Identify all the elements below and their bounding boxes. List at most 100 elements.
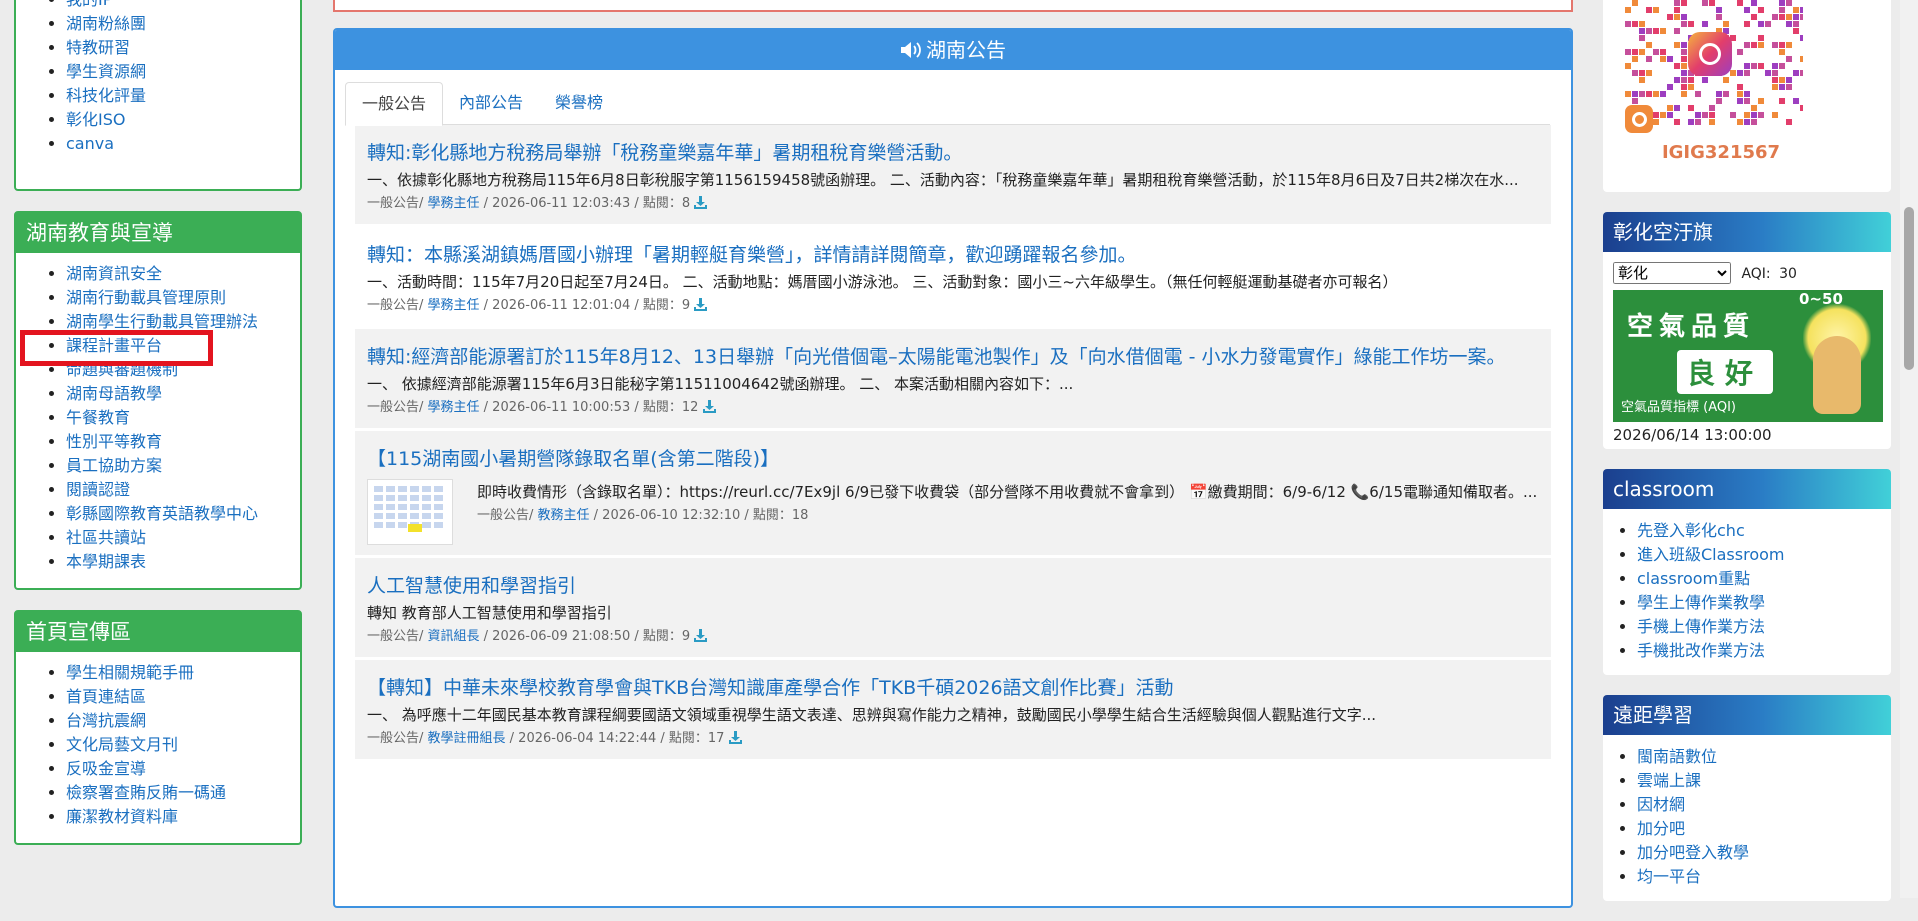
edu-link-link[interactable]: 命題與審題機制	[66, 360, 178, 379]
download-icon[interactable]	[694, 298, 708, 311]
promo-link-item[interactable]: 檢察署查賄反賄一碼通	[66, 781, 300, 805]
sidebar-link-item[interactable]: 我的IP	[66, 0, 300, 12]
classroom-link-item[interactable]: 學生上傳作業教學	[1637, 591, 1891, 615]
download-icon[interactable]	[694, 629, 708, 642]
sidebar-link-link[interactable]: 彰化ISO	[66, 110, 125, 129]
edu-link-link[interactable]: 性別平等教育	[66, 432, 162, 451]
edu-link-link[interactable]: 閱讀認證	[66, 480, 130, 499]
scrollbar-thumb[interactable]	[1904, 207, 1914, 370]
remote-link-item[interactable]: 均一平台	[1637, 865, 1891, 889]
remote-link-item[interactable]: 雲端上課	[1637, 769, 1891, 793]
promo-link-item[interactable]: 文化局藝文月刊	[66, 733, 300, 757]
edu-link-link[interactable]: 湖南母語教學	[66, 384, 162, 403]
edu-link-item[interactable]: 閱讀認證	[66, 478, 300, 502]
sidebar-link-link[interactable]: 特教研習	[66, 38, 130, 57]
edu-link-item[interactable]: 性別平等教育	[66, 430, 300, 454]
announcement-author[interactable]: 教學註冊組長	[428, 731, 506, 746]
announcement-title-link[interactable]: 人工智慧使用和學習指引	[367, 572, 1539, 600]
promo-link-link[interactable]: 首頁連結區	[66, 687, 146, 706]
classroom-link-item[interactable]: 先登入彰化chc	[1637, 519, 1891, 543]
announcement-author[interactable]: 資訊組長	[428, 629, 480, 644]
edu-link-link[interactable]: 課程計畫平台	[66, 336, 162, 355]
aqi-location-select[interactable]: 彰化	[1613, 262, 1731, 284]
edu-link-item[interactable]: 湖南資訊安全	[66, 262, 300, 286]
page-scrollbar[interactable]	[1900, 0, 1918, 898]
classroom-link-item[interactable]: 手機上傳作業方法	[1637, 615, 1891, 639]
sidebar-link-link[interactable]: 學生資源網	[66, 62, 146, 81]
classroom-link-link[interactable]: 學生上傳作業教學	[1637, 593, 1765, 612]
promo-link-item[interactable]: 台灣抗震網	[66, 709, 300, 733]
announcement-author[interactable]: 教務主任	[538, 508, 590, 523]
promo-link-link[interactable]: 台灣抗震網	[66, 711, 146, 730]
promo-link-link[interactable]: 學生相關規範手冊	[66, 663, 194, 682]
remote-link-link[interactable]: 因材網	[1637, 795, 1685, 814]
download-icon[interactable]	[702, 400, 716, 413]
remote-link-item[interactable]: 因材網	[1637, 793, 1891, 817]
tab-0[interactable]: 一般公告	[345, 82, 444, 126]
promo-link-item[interactable]: 廉潔教材資料庫	[66, 805, 300, 829]
edu-link-item[interactable]: 課程計畫平台	[66, 334, 300, 358]
announcement-title-link[interactable]: 【轉知】中華未來學校教育學會與TKB台灣知識庫產學合作「TKB千碩2026語文創…	[367, 674, 1539, 702]
classroom-link-link[interactable]: classroom重點	[1637, 569, 1750, 588]
remote-link-link[interactable]: 加分吧	[1637, 819, 1685, 838]
tab-1[interactable]: 內部公告	[443, 82, 539, 124]
promo-link-item[interactable]: 反吸金宣導	[66, 757, 300, 781]
sidebar-link-link[interactable]: 湖南粉絲團	[66, 14, 146, 33]
download-icon[interactable]	[728, 731, 742, 744]
edu-link-item[interactable]: 湖南母語教學	[66, 382, 300, 406]
edu-link-link[interactable]: 湖南學生行動載具管理辦法	[66, 312, 258, 331]
edu-link-item[interactable]: 命題與審題機制	[66, 358, 300, 382]
sidebar-link-item[interactable]: 彰化ISO	[66, 108, 300, 132]
announcement-thumbnail[interactable]	[367, 479, 453, 545]
edu-link-item[interactable]: 午餐教育	[66, 406, 300, 430]
classroom-link-link[interactable]: 手機批改作業方法	[1637, 641, 1765, 660]
classroom-link-link[interactable]: 手機上傳作業方法	[1637, 617, 1765, 636]
sidebar-link-item[interactable]: canva	[66, 132, 300, 156]
remote-link-link[interactable]: 閩南語數位	[1637, 747, 1717, 766]
promo-link-link[interactable]: 廉潔教材資料庫	[66, 807, 178, 826]
announcement-author[interactable]: 學務主任	[428, 196, 480, 211]
promo-link-item[interactable]: 學生相關規範手冊	[66, 661, 300, 685]
edu-link-link[interactable]: 員工協助方案	[66, 456, 162, 475]
classroom-link-item[interactable]: 手機批改作業方法	[1637, 639, 1891, 663]
sidebar-link-item[interactable]: 湖南粉絲團	[66, 12, 300, 36]
download-icon[interactable]	[694, 196, 708, 209]
sidebar-link-link[interactable]: canva	[66, 134, 114, 153]
remote-link-link[interactable]: 均一平台	[1637, 867, 1701, 886]
sidebar-link-link[interactable]: 科技化評量	[66, 86, 146, 105]
edu-link-link[interactable]: 彰縣國際教育英語教學中心	[66, 504, 258, 523]
remote-link-item[interactable]: 閩南語數位	[1637, 745, 1891, 769]
sidebar-link-link[interactable]: 我的IP	[66, 0, 112, 9]
announcement-author[interactable]: 學務主任	[428, 400, 480, 415]
edu-link-item[interactable]: 湖南學生行動載具管理辦法	[66, 310, 300, 334]
edu-link-link[interactable]: 本學期課表	[66, 552, 146, 571]
promo-link-link[interactable]: 反吸金宣導	[66, 759, 146, 778]
remote-link-link[interactable]: 加分吧登入教學	[1637, 843, 1749, 862]
announcement-author[interactable]: 學務主任	[428, 298, 480, 313]
promo-link-link[interactable]: 檢察署查賄反賄一碼通	[66, 783, 226, 802]
sidebar-link-item[interactable]: 特教研習	[66, 36, 300, 60]
promo-link-link[interactable]: 文化局藝文月刊	[66, 735, 178, 754]
classroom-link-item[interactable]: classroom重點	[1637, 567, 1891, 591]
classroom-link-link[interactable]: 先登入彰化chc	[1637, 521, 1745, 540]
remote-link-link[interactable]: 雲端上課	[1637, 771, 1701, 790]
edu-link-link[interactable]: 湖南行動載具管理原則	[66, 288, 226, 307]
sidebar-link-item[interactable]: 科技化評量	[66, 84, 300, 108]
tab-2[interactable]: 榮譽榜	[539, 82, 619, 124]
edu-link-item[interactable]: 彰縣國際教育英語教學中心	[66, 502, 300, 526]
sidebar-link-item[interactable]: 學生資源網	[66, 60, 300, 84]
announcement-title-link[interactable]: 轉知：本縣溪湖鎮媽厝國小辦理「暑期輕艇育樂營」，詳情請詳閱簡章，歡迎踴躍報名參加…	[367, 241, 1539, 269]
classroom-link-link[interactable]: 進入班級Classroom	[1637, 545, 1785, 564]
edu-link-link[interactable]: 社區共讀站	[66, 528, 146, 547]
announcement-title-link[interactable]: 轉知:彰化縣地方稅務局舉辦「稅務童樂嘉年華」暑期租稅育樂營活動。	[367, 139, 1539, 167]
edu-link-item[interactable]: 湖南行動載具管理原則	[66, 286, 300, 310]
classroom-link-item[interactable]: 進入班級Classroom	[1637, 543, 1891, 567]
announcement-title-link[interactable]: 轉知:經濟部能源署訂於115年8月12、13日舉辦「向光借個電–太陽能電池製作」…	[367, 343, 1539, 371]
remote-link-item[interactable]: 加分吧	[1637, 817, 1891, 841]
edu-link-item[interactable]: 社區共讀站	[66, 526, 300, 550]
edu-link-item[interactable]: 本學期課表	[66, 550, 300, 574]
edu-link-link[interactable]: 午餐教育	[66, 408, 130, 427]
edu-link-link[interactable]: 湖南資訊安全	[66, 264, 162, 283]
promo-link-item[interactable]: 首頁連結區	[66, 685, 300, 709]
edu-link-item[interactable]: 員工協助方案	[66, 454, 300, 478]
